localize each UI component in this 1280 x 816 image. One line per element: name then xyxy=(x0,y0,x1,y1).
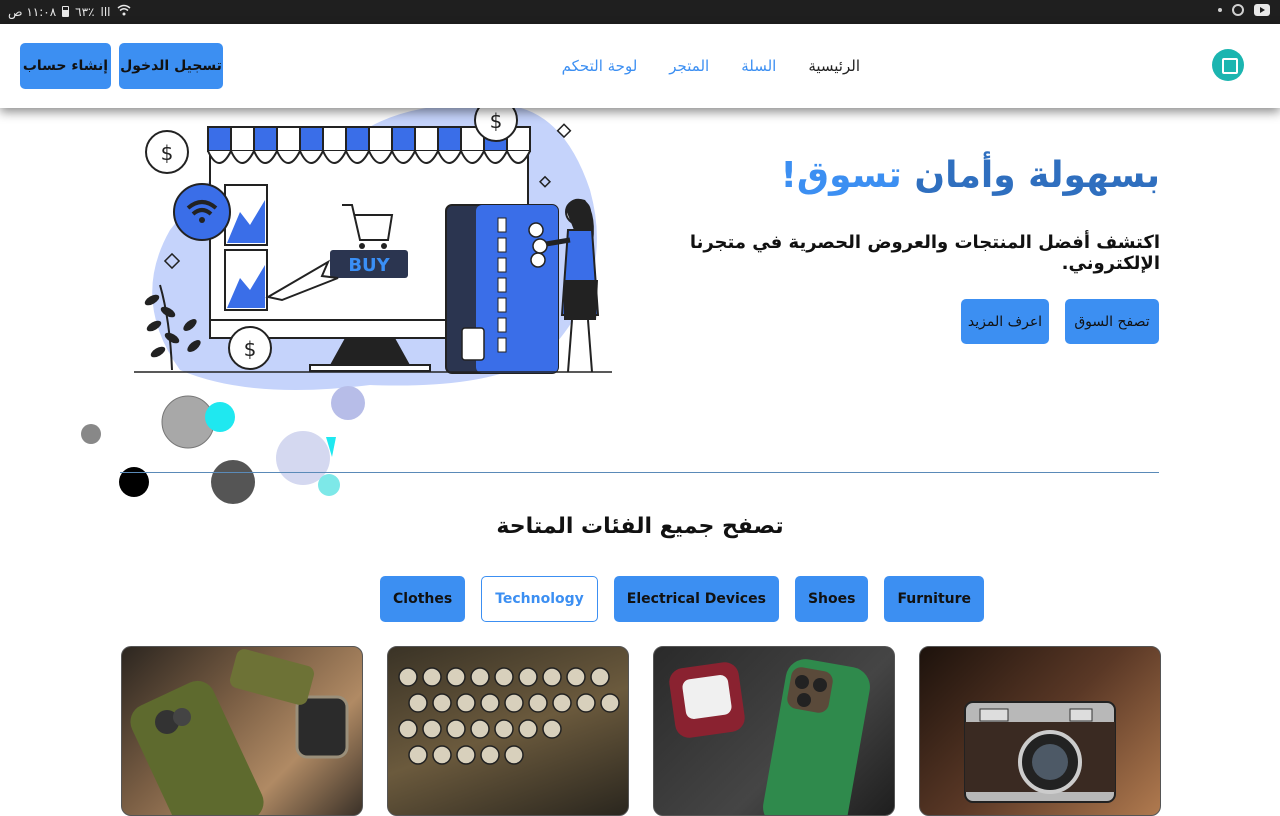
nav-link-store[interactable]: المتجر xyxy=(669,57,709,75)
categories-heading: تصفح جميع الفئات المتاحة xyxy=(496,514,784,539)
section-divider xyxy=(120,472,1159,473)
nav-links: الرئيسية السلة المتجر لوحة التحكم xyxy=(560,57,860,75)
svg-text:$: $ xyxy=(161,141,174,165)
nav-link-cart[interactable]: السلة xyxy=(741,57,776,75)
browse-market-button[interactable]: تصفح السوق xyxy=(1065,299,1159,344)
product-image-green-phone xyxy=(669,659,870,815)
illustration-buy-text: BUY xyxy=(348,255,390,276)
svg-text:$: $ xyxy=(244,337,257,361)
category-filter-row: Clothes Technology Electrical Devices Sh… xyxy=(380,576,984,622)
product-card[interactable] xyxy=(653,646,895,816)
navbar: إنشاء حساب تسجيل الدخول الرئيسية السلة ا… xyxy=(0,24,1280,108)
battery-icon xyxy=(62,6,70,17)
product-grid xyxy=(121,646,1161,816)
hero-title-first: تسوق xyxy=(796,155,902,196)
status-bar: ١١:٠٨ ص ٦٣٪ ااا xyxy=(0,0,1280,24)
product-card[interactable] xyxy=(387,646,629,816)
wifi-icon xyxy=(117,4,131,19)
hero-title-middle: بسهولة وأمان xyxy=(914,155,1160,196)
nav-link-dashboard[interactable]: لوحة التحكم xyxy=(562,57,638,75)
product-image-keyboard xyxy=(398,667,620,765)
svg-text:$: $ xyxy=(490,109,503,133)
settings-icon xyxy=(1232,4,1244,16)
hero-title: ! بسهولة وأمان تسوق xyxy=(700,155,1161,196)
store-logo[interactable] xyxy=(1212,49,1244,81)
youtube-icon xyxy=(1254,4,1270,16)
product-image-phone-case xyxy=(130,649,349,815)
clock: ١١:٠٨ ص xyxy=(8,4,57,19)
hero-title-exclaim: ! xyxy=(780,155,797,196)
category-clothes-button[interactable]: Clothes xyxy=(380,576,466,622)
category-technology-button[interactable]: Technology xyxy=(481,576,598,622)
category-shoes-button[interactable]: Shoes xyxy=(794,576,869,622)
notification-dot-icon xyxy=(1218,8,1222,12)
signup-button[interactable]: إنشاء حساب xyxy=(20,43,111,89)
signal-text: ااا xyxy=(100,4,111,19)
category-furniture-button[interactable]: Furniture xyxy=(884,576,984,622)
product-image-camera xyxy=(964,701,1116,803)
nav-link-home[interactable]: الرئيسية xyxy=(808,57,860,75)
hero-subtitle: اكتشف أفضل المنتجات والعروض الحصرية في م… xyxy=(689,232,1160,274)
product-card[interactable] xyxy=(121,646,363,816)
hero-illustration: BUY $ $ $ xyxy=(81,100,612,504)
category-electrical-devices-button[interactable]: Electrical Devices xyxy=(613,576,779,622)
status-right xyxy=(1218,4,1270,16)
login-button[interactable]: تسجيل الدخول xyxy=(119,43,223,89)
status-left: ١١:٠٨ ص ٦٣٪ ااا xyxy=(8,4,131,19)
product-card[interactable] xyxy=(919,646,1161,816)
learn-more-button[interactable]: اعرف المزيد xyxy=(961,299,1049,344)
battery-percent: ٦٣٪ xyxy=(75,4,95,19)
